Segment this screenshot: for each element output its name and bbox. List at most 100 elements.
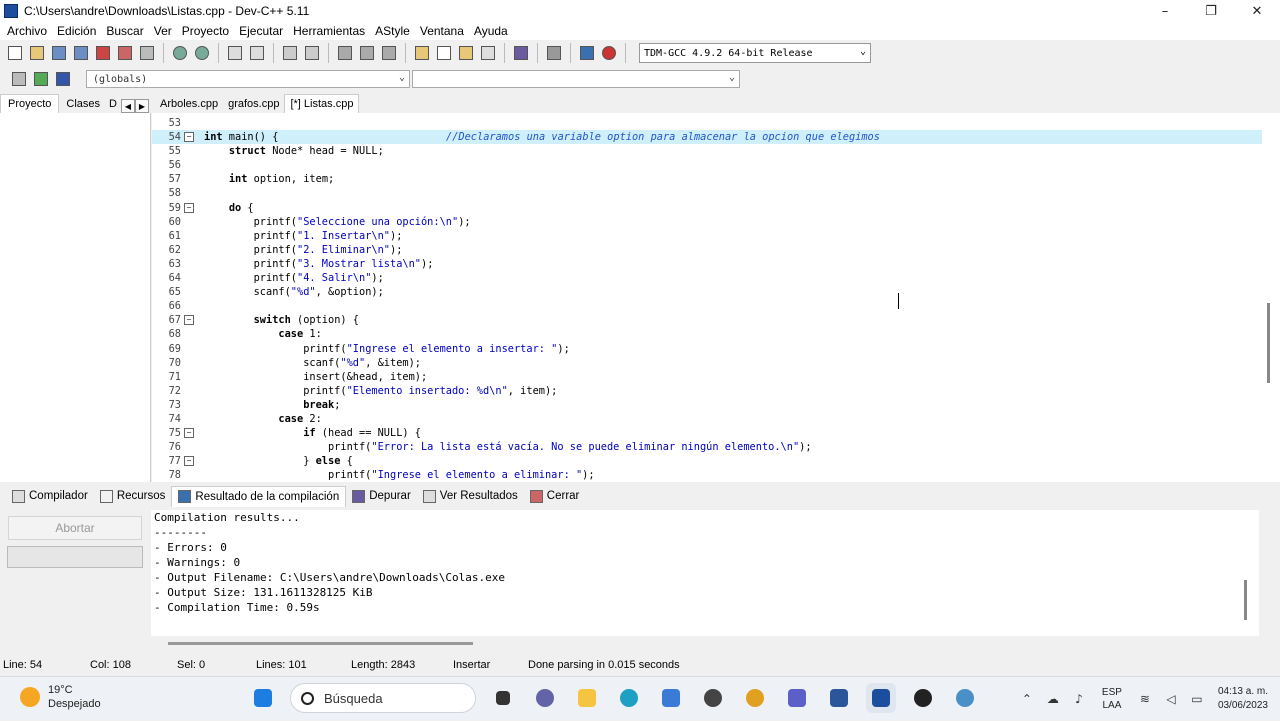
stop-icon[interactable] [544, 43, 564, 63]
close-all-icon[interactable] [115, 43, 135, 63]
code-line[interactable]: 74 case 2: [152, 412, 1262, 426]
replace-icon[interactable] [247, 43, 267, 63]
code-line[interactable]: 77− } else { [152, 454, 1262, 468]
output-hscrollbar[interactable] [168, 642, 473, 645]
menu-astyle[interactable]: AStyle [375, 24, 410, 38]
forward-icon[interactable] [357, 43, 377, 63]
tab-depurar[interactable]: Depurar [346, 486, 417, 507]
menu-ayuda[interactable]: Ayuda [474, 24, 508, 38]
chrome-icon[interactable] [740, 683, 770, 713]
code-line[interactable]: 55 struct Node* head = NULL; [152, 144, 1262, 158]
github-desktop-icon[interactable] [908, 683, 938, 713]
menu-ventana[interactable]: Ventana [420, 24, 464, 38]
layout-window-icon[interactable] [434, 43, 454, 63]
maximize-button[interactable]: ❐ [1188, 0, 1234, 22]
compiler-select[interactable]: TDM-GCC 4.9.2 64-bit Release ⌄ [639, 43, 871, 63]
fold-collapse-icon[interactable]: − [184, 132, 194, 143]
fold-collapse-icon[interactable]: − [184, 456, 194, 467]
code-line[interactable]: 66 [152, 299, 1262, 313]
weather-widget[interactable]: 19°C Despejado [20, 683, 101, 711]
code-line[interactable]: 58 [152, 186, 1262, 200]
editor-scrollbar[interactable] [1267, 303, 1270, 383]
teams-chat-icon[interactable] [530, 683, 560, 713]
battery-icon[interactable]: ▭ [1188, 690, 1206, 708]
new-file-icon[interactable] [5, 43, 25, 63]
menu-edicion[interactable]: Edición [57, 24, 96, 38]
code-line[interactable]: 76 printf("Error: La lista está vacía. N… [152, 440, 1262, 454]
code-line[interactable]: 78 printf("Ingrese el elemento a elimina… [152, 468, 1262, 482]
tab-debug[interactable]: D [107, 94, 119, 113]
taskbar-search[interactable]: Búsqueda [290, 683, 476, 713]
store-icon[interactable] [656, 683, 686, 713]
tab-clases[interactable]: Clases [59, 94, 107, 113]
code-line[interactable]: 54− int main() {//Declaramos una variable… [152, 130, 1262, 145]
menu-ver[interactable]: Ver [154, 24, 172, 38]
network-globe-icon[interactable] [950, 683, 980, 713]
save-all-icon[interactable] [71, 43, 91, 63]
layout-tiles-icon[interactable] [478, 43, 498, 63]
code-line[interactable]: 56 [152, 158, 1262, 172]
book-icon[interactable] [53, 69, 73, 89]
code-line[interactable]: 65 scanf("%d", &option); [152, 285, 1262, 299]
code-line[interactable]: 67− switch (option) { [152, 313, 1262, 327]
layout-split-icon[interactable] [456, 43, 476, 63]
save-icon[interactable] [49, 43, 69, 63]
menu-buscar[interactable]: Buscar [106, 24, 143, 38]
indent-icon[interactable] [280, 43, 300, 63]
tab-scroll-left-icon[interactable]: ◀ [121, 99, 135, 113]
language-indicator[interactable]: ESP LAA [1102, 686, 1122, 712]
code-line[interactable]: 64 printf("4. Salir\n"); [152, 271, 1262, 285]
tab-scroll-right-icon[interactable]: ▶ [135, 99, 149, 113]
code-line[interactable]: 59− do { [152, 201, 1262, 215]
redo-icon[interactable] [192, 43, 212, 63]
code-line[interactable]: 71 insert(&head, item); [152, 370, 1262, 384]
close-file-icon[interactable] [93, 43, 113, 63]
clock[interactable]: 04:13 a. m. 03/06/2023 [1218, 685, 1268, 713]
code-line[interactable]: 62 printf("2. Eliminar\n"); [152, 243, 1262, 257]
menu-ejecutar[interactable]: Ejecutar [239, 24, 283, 38]
windows-start-icon[interactable] [248, 683, 278, 713]
code-line[interactable]: 73 break; [152, 398, 1262, 412]
code-line[interactable]: 72 printf("Elemento insertado: %d\n", it… [152, 384, 1262, 398]
output-scrollbar[interactable] [1244, 580, 1247, 620]
word-icon[interactable] [824, 683, 854, 713]
add-class-icon[interactable] [9, 69, 29, 89]
tab-recursos[interactable]: Recursos [94, 486, 172, 507]
menu-proyecto[interactable]: Proyecto [182, 24, 229, 38]
onedrive-icon[interactable]: ☁ [1044, 690, 1062, 708]
close-button[interactable]: ✕ [1234, 0, 1280, 22]
check-syntax-icon[interactable] [511, 43, 531, 63]
code-line[interactable]: 63 printf("3. Mostrar lista\n"); [152, 257, 1262, 271]
scope-select[interactable]: (globals) ⌄ [86, 70, 410, 88]
code-line[interactable]: 57 int option, item; [152, 172, 1262, 186]
fold-collapse-icon[interactable]: − [184, 428, 194, 439]
tab-compilador[interactable]: Compilador [6, 486, 94, 507]
microphone-icon[interactable]: ♪ [1070, 690, 1088, 708]
code-line[interactable]: 61 printf("1. Insertar\n"); [152, 229, 1262, 243]
unindent-icon[interactable] [302, 43, 322, 63]
code-editor[interactable]: 53 54− int main() {//Declaramos una variab… [152, 113, 1280, 482]
edge-icon[interactable] [614, 683, 644, 713]
open-file-icon[interactable] [27, 43, 47, 63]
function-select[interactable]: ⌄ [412, 70, 740, 88]
back-icon[interactable] [335, 43, 355, 63]
undo-icon[interactable] [170, 43, 190, 63]
code-line[interactable]: 69 printf("Ingrese el elemento a inserta… [152, 342, 1262, 356]
goto-icon[interactable] [31, 69, 51, 89]
find-icon[interactable] [225, 43, 245, 63]
code-line[interactable]: 53 [152, 116, 1262, 130]
menu-herramientas[interactable]: Herramientas [293, 24, 365, 38]
fold-collapse-icon[interactable]: − [184, 202, 194, 213]
wifi-icon[interactable]: ≋ [1136, 690, 1154, 708]
chart-icon[interactable] [577, 43, 597, 63]
abort-button[interactable]: Abortar [8, 516, 142, 540]
menu-archivo[interactable]: Archivo [7, 24, 47, 38]
teams-icon[interactable] [782, 683, 812, 713]
debug-bug-icon[interactable] [599, 43, 619, 63]
tab-cerrar[interactable]: Cerrar [524, 486, 586, 507]
code-line[interactable]: 75− if (head == NULL) { [152, 426, 1262, 440]
volume-icon[interactable]: ◁ [1162, 690, 1180, 708]
tab-proyecto[interactable]: Proyecto [0, 94, 60, 113]
tab-ver-resultados[interactable]: Ver Resultados [417, 486, 524, 507]
code-line[interactable]: 60 printf("Seleccione una opción:\n"); [152, 215, 1262, 229]
